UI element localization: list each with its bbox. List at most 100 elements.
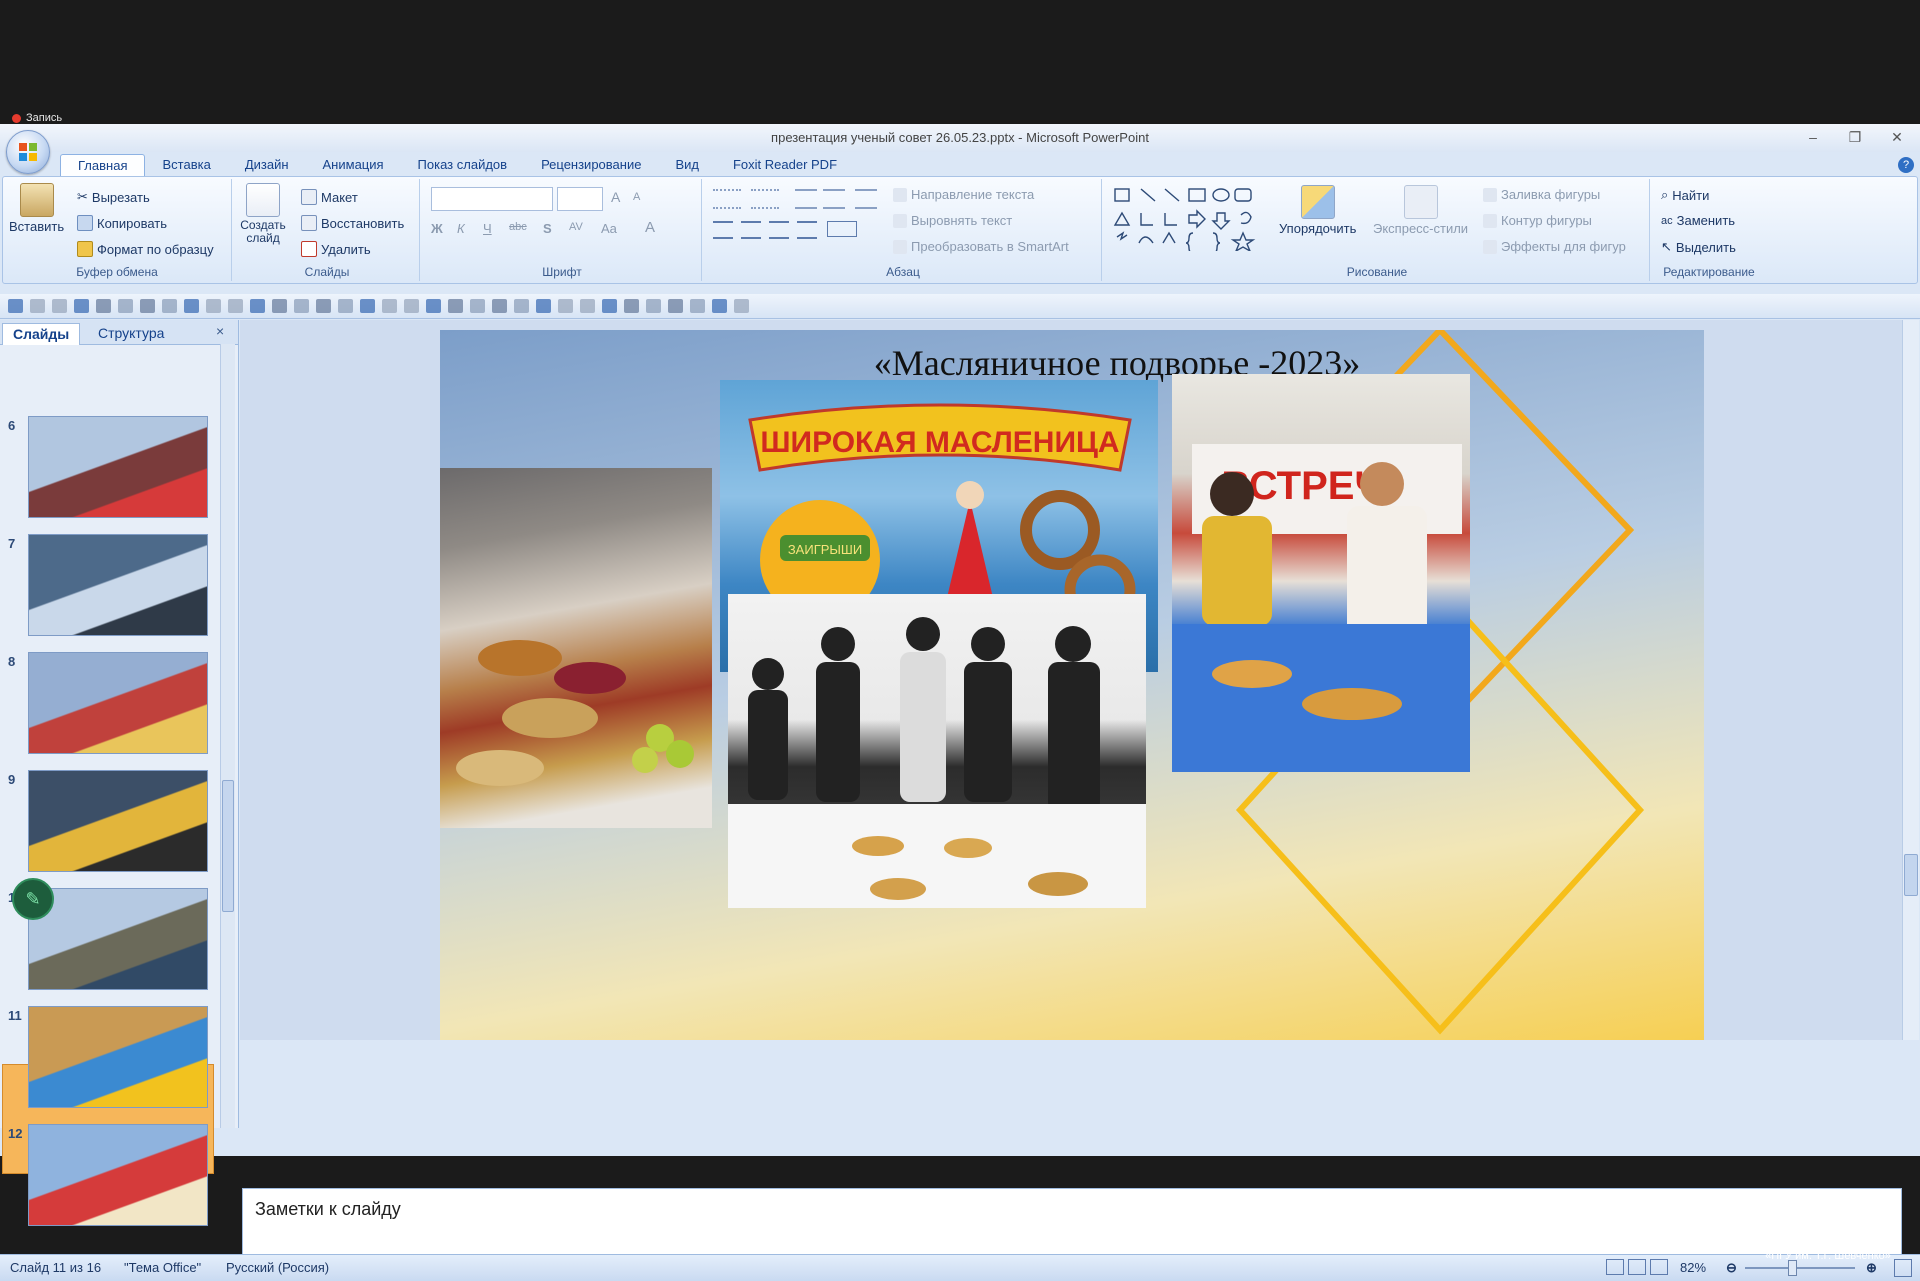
copy-button[interactable]: Копировать: [77, 215, 167, 231]
layout-button[interactable]: Макет: [301, 189, 358, 205]
toolbar-icon[interactable]: [492, 299, 507, 313]
tab-view[interactable]: Вид: [658, 154, 716, 176]
toolbar-icon[interactable]: [206, 299, 221, 313]
slides-panel-scrollbar[interactable]: [220, 344, 235, 1128]
delete-slide-button[interactable]: Удалить: [301, 241, 371, 257]
slideshow-view-icon[interactable]: [1650, 1259, 1668, 1275]
toolbar-icon[interactable]: [118, 299, 133, 313]
toolbar-icon[interactable]: [360, 299, 375, 313]
smartart-button[interactable]: Преобразовать в SmartArt: [893, 239, 1069, 254]
underline-button[interactable]: Ч: [483, 221, 492, 236]
font-color-button[interactable]: A: [645, 219, 655, 236]
strikethrough-button[interactable]: abc: [509, 221, 527, 233]
toolbar-icon[interactable]: [448, 299, 463, 313]
language-indicator[interactable]: Русский (Россия): [226, 1260, 329, 1275]
toolbar-icon[interactable]: [140, 299, 155, 313]
toolbar-icon[interactable]: [250, 299, 265, 313]
toolbar-icon[interactable]: [426, 299, 441, 313]
toolbar-icon[interactable]: [96, 299, 111, 313]
spacing-button[interactable]: AV: [569, 221, 583, 233]
change-case-button[interactable]: Aa: [601, 221, 617, 236]
zoom-in-icon[interactable]: ⊕: [1866, 1260, 1877, 1276]
bold-button[interactable]: Ж: [431, 221, 443, 236]
canvas-vertical-scroll-thumb[interactable]: [1904, 854, 1918, 896]
tab-design[interactable]: Дизайн: [228, 154, 306, 176]
indent-increase-icon[interactable]: [823, 189, 845, 209]
slide-thumbnail[interactable]: [28, 652, 208, 754]
toolbar-icon[interactable]: [470, 299, 485, 313]
toolbar-icon[interactable]: [52, 299, 67, 313]
tab-insert[interactable]: Вставка: [145, 154, 227, 176]
toolbar-icon[interactable]: [30, 299, 45, 313]
toolbar-icon[interactable]: [184, 299, 199, 313]
bullets-icon[interactable]: [713, 189, 741, 209]
toolbar-icon[interactable]: [646, 299, 661, 313]
indent-decrease-icon[interactable]: [795, 189, 817, 209]
zoom-slider[interactable]: [1745, 1267, 1855, 1269]
reset-button[interactable]: Восстановить: [301, 215, 404, 231]
toolbar-icon[interactable]: [734, 299, 749, 313]
normal-view-icon[interactable]: [1606, 1259, 1624, 1275]
font-shrink-button[interactable]: A: [633, 191, 640, 203]
toolbar-icon[interactable]: [382, 299, 397, 313]
zoom-slider-knob[interactable]: [1788, 1260, 1797, 1276]
tab-slideshow[interactable]: Показ слайдов: [401, 154, 525, 176]
toolbar-icon[interactable]: [668, 299, 683, 313]
select-button[interactable]: ↖ Выделить: [1661, 239, 1736, 255]
replace-button[interactable]: ac Заменить: [1661, 213, 1735, 228]
shape-fill-button[interactable]: Заливка фигуры: [1483, 187, 1600, 202]
shape-effects-button[interactable]: Эффекты для фигур: [1483, 239, 1626, 254]
slide-thumbnail[interactable]: [28, 416, 208, 518]
slide-thumbnail[interactable]: [28, 1124, 208, 1226]
new-slide-button[interactable]: Создать слайд: [240, 183, 286, 245]
tab-foxit[interactable]: Foxit Reader PDF: [716, 154, 854, 176]
font-grow-button[interactable]: A: [611, 189, 620, 205]
font-size-input[interactable]: [557, 187, 603, 211]
quick-styles-button[interactable]: Экспресс-стили: [1373, 185, 1468, 236]
toolbar-icon[interactable]: [272, 299, 287, 313]
help-icon[interactable]: ?: [1898, 157, 1914, 173]
toolbar-icon[interactable]: [8, 299, 23, 313]
tab-slides[interactable]: Слайды: [2, 323, 81, 345]
zoom-out-icon[interactable]: ⊖: [1726, 1260, 1737, 1276]
numbering-icon[interactable]: [751, 189, 779, 209]
toolbar-icon[interactable]: [338, 299, 353, 313]
slide-thumbnail[interactable]: [28, 888, 208, 990]
slides-panel-scroll-thumb[interactable]: [222, 780, 234, 912]
shape-outline-button[interactable]: Контур фигуры: [1483, 213, 1592, 228]
office-button[interactable]: [6, 130, 50, 174]
text-direction-button[interactable]: Направление текста: [893, 187, 1034, 202]
toolbar-icon[interactable]: [228, 299, 243, 313]
close-button[interactable]: ✕: [1884, 127, 1910, 147]
toolbar-icon[interactable]: [624, 299, 639, 313]
minimize-button[interactable]: –: [1800, 127, 1826, 147]
toolbar-icon[interactable]: [690, 299, 705, 313]
zoom-level[interactable]: 82%: [1680, 1260, 1706, 1275]
cut-button[interactable]: ✂ Вырезать: [77, 189, 150, 205]
align-left-icon[interactable]: [713, 221, 733, 239]
toolbar-icon[interactable]: [316, 299, 331, 313]
tab-outline[interactable]: Структура: [88, 323, 174, 344]
notes-pane[interactable]: Заметки к слайду: [242, 1188, 1902, 1256]
tab-home[interactable]: Главная: [60, 154, 146, 177]
font-name-input[interactable]: [431, 187, 553, 211]
toolbar-icon[interactable]: [580, 299, 595, 313]
toolbar-icon[interactable]: [162, 299, 177, 313]
toolbar-icon[interactable]: [74, 299, 89, 313]
slide-sorter-icon[interactable]: [1628, 1259, 1646, 1275]
toolbar-icon[interactable]: [294, 299, 309, 313]
toolbar-icon[interactable]: [602, 299, 617, 313]
close-panel-icon[interactable]: ×: [216, 323, 224, 339]
tab-animation[interactable]: Анимация: [306, 154, 401, 176]
arrange-button[interactable]: Упорядочить: [1279, 185, 1356, 236]
toolbar-icon[interactable]: [558, 299, 573, 313]
toolbar-icon[interactable]: [712, 299, 727, 313]
paste-button[interactable]: Вставить: [9, 183, 64, 234]
toolbar-icon[interactable]: [514, 299, 529, 313]
format-painter-button[interactable]: Формат по образцу: [77, 241, 214, 257]
canvas-vertical-scrollbar[interactable]: [1902, 320, 1919, 1040]
justify-icon[interactable]: [797, 221, 817, 239]
restore-button[interactable]: ❐: [1842, 127, 1868, 147]
italic-button[interactable]: К: [457, 221, 465, 236]
align-text-button[interactable]: Выровнять текст: [893, 213, 1012, 228]
